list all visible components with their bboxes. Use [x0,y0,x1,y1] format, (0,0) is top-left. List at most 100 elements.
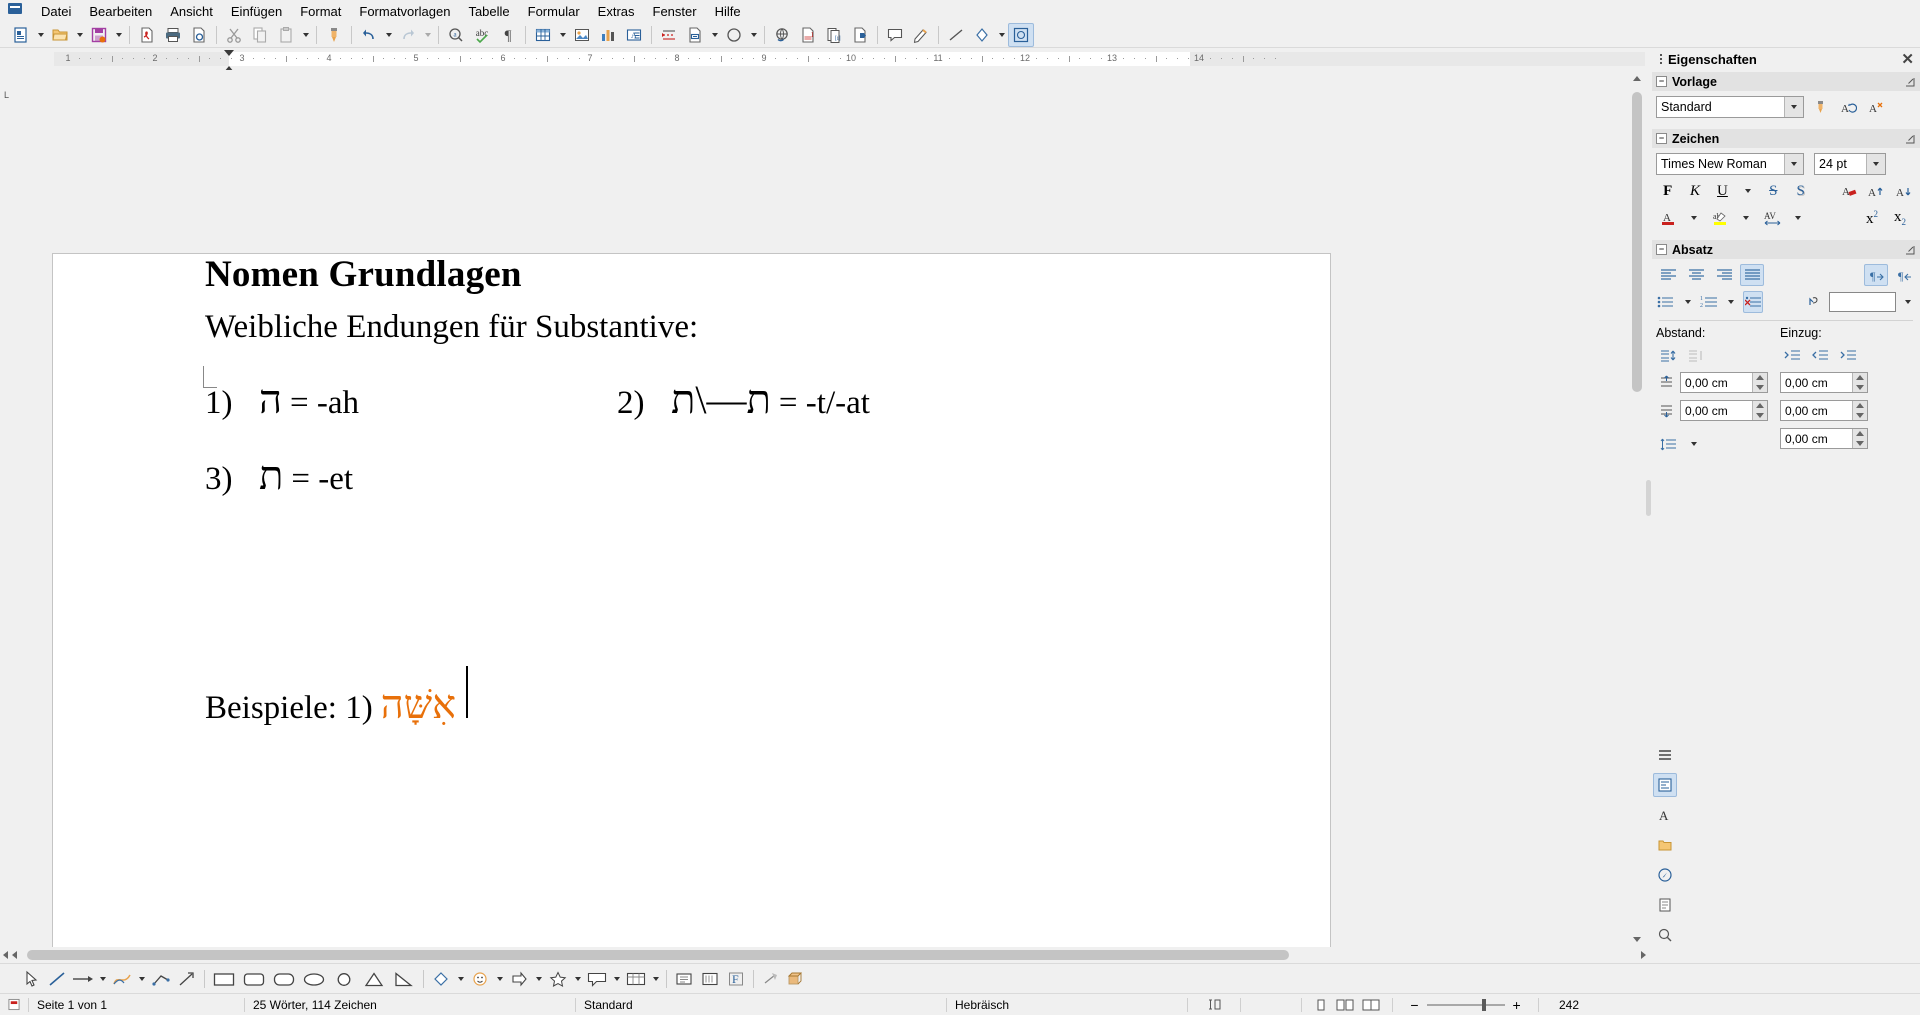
ordered-list-button[interactable]: 12 [1700,291,1719,313]
text-language[interactable]: Hebräisch [947,994,1187,1015]
sidebar-tab-navigator[interactable] [1653,863,1677,887]
scroll-up-button[interactable] [1629,70,1645,86]
selection-mode-indicator[interactable] [1241,994,1301,1015]
line-ends-arrow-tool-icon[interactable] [70,967,96,991]
connectors-tool-icon[interactable] [148,967,174,991]
underline-button[interactable]: U [1711,180,1734,202]
lines-and-arrows-tool-icon[interactable] [174,967,200,991]
menu-format[interactable]: Format [291,2,350,21]
callout-shapes-tool-icon[interactable] [584,967,610,991]
menu-hilfe[interactable]: Hilfe [706,2,750,21]
paragraph-section-header[interactable]: − Absatz [1652,240,1920,259]
word-count[interactable]: 25 Wörter, 114 Zeichen [245,994,575,1015]
select-tool-icon[interactable] [18,967,44,991]
font-size-combobox[interactable]: 24 pt [1814,153,1886,175]
sidebar-tab-gallery[interactable] [1653,833,1677,857]
filter-tool-icon[interactable] [758,967,784,991]
block-arrows-tool-icon[interactable] [506,967,532,991]
insert-line-tool-icon[interactable] [44,967,70,991]
insert-special-character-dropdown[interactable] [747,23,760,47]
menu-tabelle[interactable]: Tabelle [459,2,518,21]
menu-formatvorlagen[interactable]: Formatvorlagen [350,2,459,21]
zoom-out-button[interactable]: − [1410,997,1418,1013]
update-style-icon[interactable] [1808,96,1832,118]
new-document-dropdown[interactable] [34,23,47,47]
paragraph-rtl-button[interactable]: ¶ [1892,264,1916,286]
align-left-button[interactable] [1656,264,1680,286]
paragraph-style-combobox[interactable]: Standard [1656,96,1804,118]
basic-shapes-tool-icon[interactable] [428,967,454,991]
clear-direct-formatting-button[interactable]: A [1838,180,1861,202]
character-spacing-dropdown[interactable] [1788,208,1808,229]
highlight-color-dropdown[interactable] [1736,208,1756,229]
decrease-indent-button[interactable] [1808,344,1832,366]
menu-ansicht[interactable]: Ansicht [161,2,222,21]
insert-table-icon[interactable] [530,23,556,47]
character-section-header[interactable]: − Zeichen [1652,129,1920,148]
spacing-below-stepper[interactable] [1752,401,1767,420]
save-document-dropdown[interactable] [112,23,125,47]
symbol-shapes-dropdown[interactable] [493,967,506,991]
line-spacing-dropdown[interactable] [1684,434,1704,455]
right-triangle-tool-icon[interactable] [389,967,419,991]
insert-comment-icon[interactable] [882,23,908,47]
curves-and-polygons-dropdown[interactable] [135,967,148,991]
basic-shapes-icon[interactable] [969,23,995,47]
increase-font-size-button[interactable]: A [1865,180,1888,202]
justify-button[interactable] [1740,264,1764,286]
vertical-scroll-track[interactable] [1629,86,1645,931]
formatting-marks-icon[interactable]: ¶ [495,23,521,47]
italic-button[interactable]: K [1683,180,1706,202]
decrease-font-size-button[interactable]: A [1893,180,1916,202]
undo-icon[interactable] [356,23,382,47]
character-spacing-button[interactable]: AV [1760,207,1784,229]
callout-shapes-dropdown[interactable] [610,967,623,991]
track-changes-icon[interactable] [908,23,934,47]
highlight-color-button[interactable]: ab [1708,207,1732,229]
open-document-dropdown[interactable] [73,23,86,47]
find-and-replace-icon[interactable]: a [443,23,469,47]
shadow-button[interactable]: S [1789,180,1812,202]
style-more-options-icon[interactable] [1905,77,1915,87]
align-center-button[interactable] [1684,264,1708,286]
font-color-button[interactable]: A [1656,207,1680,229]
page-info[interactable]: Seite 1 von 1 [29,994,244,1015]
new-document-icon[interactable] [8,23,34,47]
horizontal-scrollbar[interactable] [0,947,1920,963]
underline-dropdown[interactable] [1738,181,1757,202]
insert-page-break-icon[interactable] [656,23,682,47]
style-section-header[interactable]: − Vorlage [1652,72,1920,91]
copy-icon[interactable] [247,23,273,47]
curves-and-polygons-tool-icon[interactable] [109,967,135,991]
redo-icon[interactable] [395,23,421,47]
block-arrows-dropdown[interactable] [532,967,545,991]
bold-button[interactable]: F [1656,180,1679,202]
menu-datei[interactable]: Datei [32,2,80,21]
vertical-scroll-thumb[interactable] [1632,92,1642,392]
character-more-options-icon[interactable] [1905,134,1915,144]
paragraph-more-options-icon[interactable] [1905,245,1915,255]
view-layout-buttons[interactable] [1302,994,1392,1015]
toggle-extrusion-tool-icon[interactable] [784,967,810,991]
line-ends-arrow-dropdown[interactable] [96,967,109,991]
paragraph-background-dropdown[interactable] [1900,292,1916,313]
insert-hyperlink-icon[interactable] [769,23,795,47]
sidebar-tab-properties[interactable] [1653,773,1677,797]
collapse-icon[interactable]: − [1656,244,1667,255]
paste-icon[interactable] [273,23,299,47]
vertical-scrollbar[interactable] [1629,70,1645,947]
indent-first-line-stepper[interactable] [1852,429,1867,448]
insert-bookmark-icon[interactable] [847,23,873,47]
page-style[interactable]: Standard [576,994,946,1015]
fontwork-tool-icon[interactable]: F [723,967,749,991]
symbol-shapes-tool-icon[interactable] [467,967,493,991]
line-spacing-button[interactable] [1656,433,1680,455]
basic-shapes-dropdown[interactable] [995,23,1008,47]
cut-icon[interactable] [221,23,247,47]
insert-textbox-icon[interactable]: A [621,23,647,47]
insert-field-icon[interactable] [682,23,708,47]
paste-dropdown[interactable] [299,23,312,47]
save-document-icon[interactable] [86,23,112,47]
chevron-down-icon[interactable] [1784,97,1803,117]
insert-text-box-tool-icon[interactable] [671,967,697,991]
